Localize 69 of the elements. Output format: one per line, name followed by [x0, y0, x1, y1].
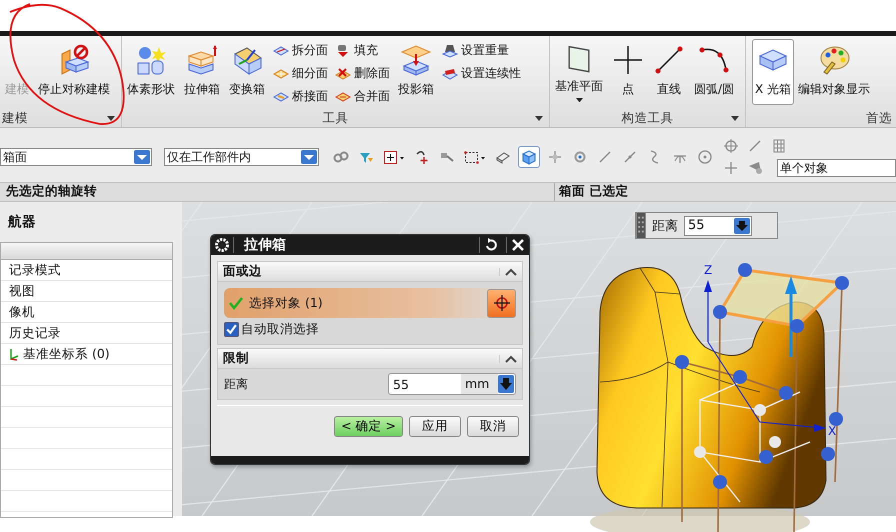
- type-filter-dropdown[interactable]: 箱面: [0, 148, 152, 166]
- group-label: 首选: [866, 110, 892, 127]
- navigator-item[interactable]: 视图: [1, 281, 172, 302]
- pick-object-button[interactable]: [487, 288, 516, 318]
- selection-mode-field[interactable]: 单个对象: [777, 159, 896, 177]
- box-arrow-icon: [186, 44, 218, 76]
- navigator-item[interactable]: 记录模式: [1, 260, 172, 281]
- group-label: 建模: [2, 110, 28, 127]
- caret-icon[interactable]: [731, 116, 739, 121]
- cube-icon[interactable]: [518, 146, 540, 168]
- line-icon: [653, 44, 685, 76]
- navigator-item[interactable]: 像机: [1, 302, 172, 323]
- ribbon-button[interactable]: 拉伸箱: [181, 39, 223, 105]
- grip-handle-icon[interactable]: [636, 213, 646, 238]
- ribbon-button[interactable]: 细分面: [271, 63, 330, 84]
- point-icon: [612, 44, 644, 76]
- axes-icon: [9, 347, 19, 361]
- checkbox-label: 自动取消选择: [241, 321, 319, 338]
- ribbon-button[interactable]: 投影箱: [395, 39, 437, 105]
- navigator-item[interactable]: 历史记录: [1, 323, 172, 344]
- ribbon-button[interactable]: 停止对称建模: [35, 39, 113, 105]
- group-label: 工具: [322, 110, 348, 127]
- selection-label: 选择对象 (1): [249, 294, 324, 312]
- ribbon-button[interactable]: 删除面: [333, 63, 392, 84]
- ribbon-button[interactable]: 直线: [650, 39, 688, 105]
- palette-icon: [818, 44, 850, 76]
- box-project-icon: [400, 44, 432, 76]
- scope-filter-dropdown[interactable]: 仅在工作部件内: [164, 148, 319, 166]
- distance-input[interactable]: 55 mm: [388, 373, 516, 395]
- status-selection: 箱面 已选定: [559, 183, 628, 198]
- weight-icon: [442, 42, 458, 58]
- ribbon-button[interactable]: 圆弧/圆: [691, 39, 738, 105]
- ribbon-button[interactable]: 体素形状: [124, 39, 178, 105]
- fill-icon: [335, 42, 351, 58]
- ribbon-button[interactable]: X 光箱: [752, 39, 794, 105]
- section-header[interactable]: 面或边: [217, 261, 523, 282]
- ribbon-button[interactable]: 编辑对象显示: [795, 39, 874, 105]
- distance-label: 距离: [224, 376, 248, 392]
- distance-label: 距离: [652, 218, 678, 234]
- down-arrow-icon: [498, 375, 514, 393]
- ribbon-button[interactable]: 变换箱: [226, 39, 268, 105]
- group-label: 构造工具: [622, 110, 674, 127]
- distance-input[interactable]: 55: [684, 216, 752, 236]
- circle-cross-icon[interactable]: [721, 136, 741, 156]
- ribbon-button[interactable]: 设置重量: [440, 40, 523, 61]
- ribbon-button[interactable]: 点: [609, 39, 647, 105]
- shapes-icon: [135, 44, 167, 76]
- ribbon-button[interactable]: 合并面: [333, 86, 392, 107]
- dialog-button[interactable]: 应用: [409, 416, 461, 437]
- ribbon-button[interactable]: 桥接面: [271, 86, 330, 107]
- dialog-title: 拉伸箱: [242, 236, 287, 254]
- checkbox[interactable]: [224, 322, 239, 337]
- status-prompt: 先选定的轴旋转: [6, 183, 97, 198]
- navigator-title: 航器: [8, 213, 36, 231]
- dialog-button[interactable]: 取消: [467, 416, 519, 437]
- navigator-item[interactable]: 基准坐标系 (0): [1, 344, 172, 365]
- caret-icon[interactable]: [535, 116, 543, 121]
- selection-row[interactable]: 选择对象 (1): [224, 288, 516, 318]
- down-arrow-icon: [734, 218, 750, 234]
- dialog-button[interactable]: < 确定 >: [334, 416, 403, 437]
- delete-face-icon: [335, 66, 351, 82]
- ribbon-button[interactable]: 基准平面: [552, 39, 606, 105]
- check-icon: [229, 296, 243, 310]
- crosshair-icon: [492, 294, 510, 312]
- ribbon-button[interactable]: 设置连续性: [440, 63, 523, 84]
- ribbon-button[interactable]: 填充: [333, 40, 392, 61]
- ribbon-button[interactable]: 拆分面: [271, 40, 330, 61]
- section-header[interactable]: 限制: [217, 348, 523, 369]
- caret-icon[interactable]: [107, 116, 115, 121]
